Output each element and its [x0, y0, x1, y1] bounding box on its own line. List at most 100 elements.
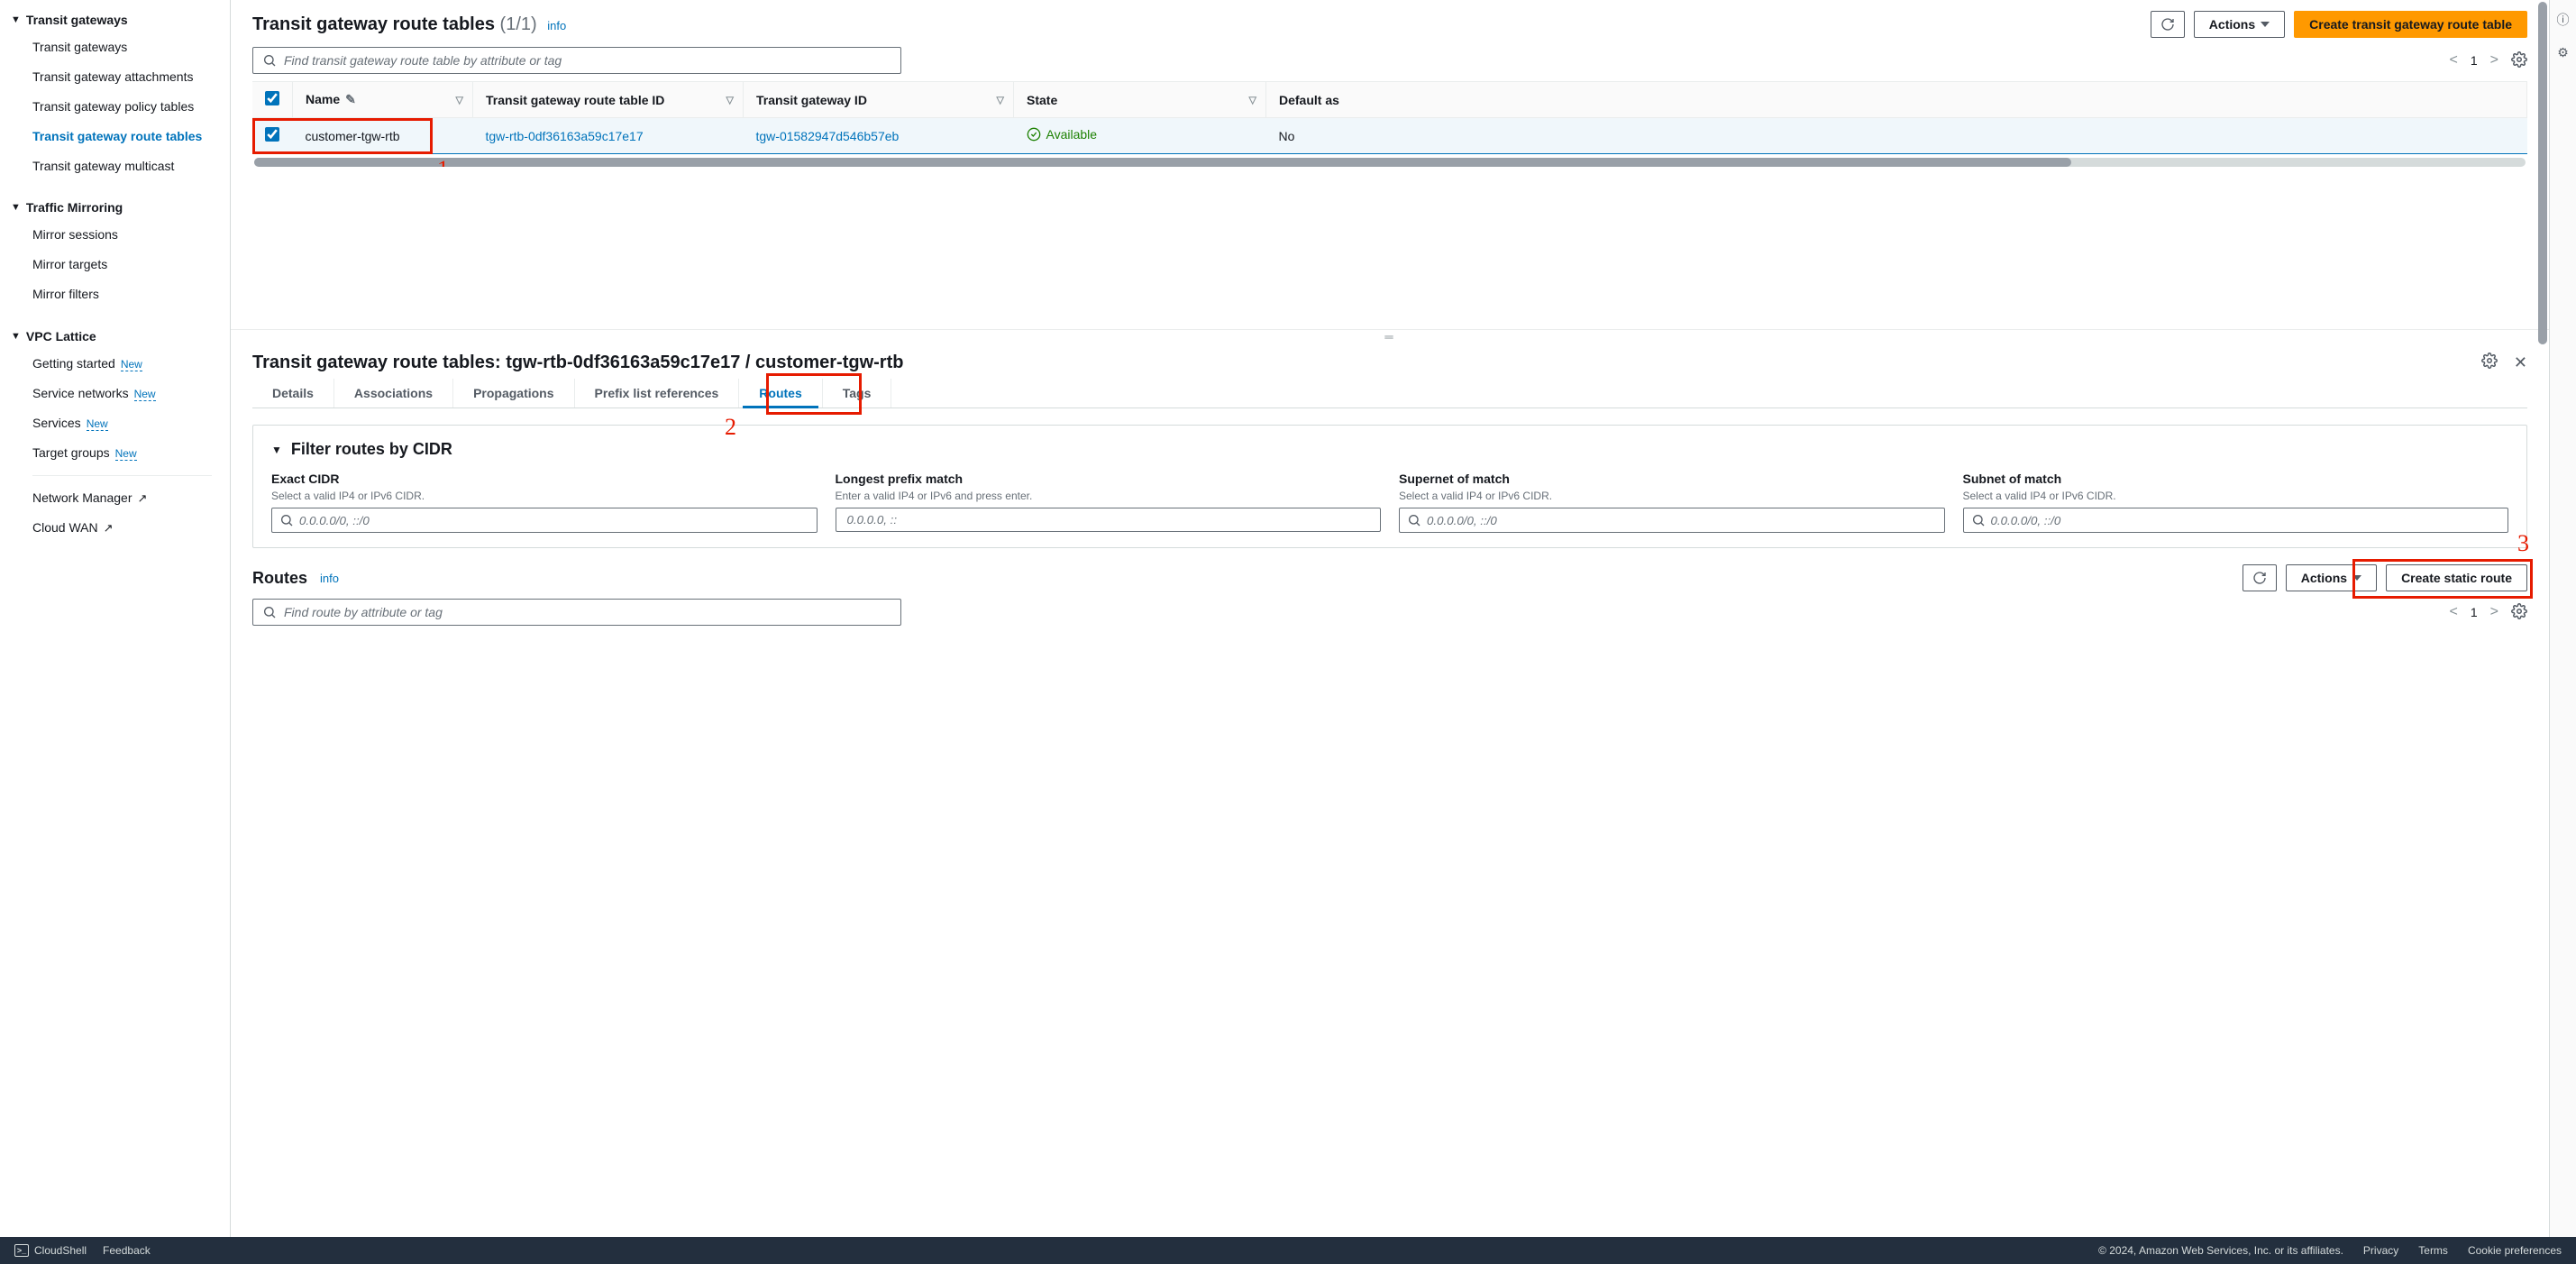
tab-routes[interactable]: Routes — [739, 379, 822, 408]
nav-item-tgw-attachments[interactable]: Transit gateway attachments — [0, 62, 230, 92]
info-link[interactable]: info — [547, 19, 566, 32]
search-input[interactable] — [284, 53, 891, 68]
actions-button[interactable]: Actions — [2194, 11, 2285, 38]
exact-cidr-hint: Select a valid IP4 or IPv6 CIDR. — [271, 490, 818, 502]
routes-next-page[interactable]: > — [2490, 604, 2498, 620]
nav-section-traffic-mirroring[interactable]: ▼ Traffic Mirroring — [0, 195, 230, 220]
edit-icon[interactable]: ✎ — [345, 92, 356, 106]
routes-info-link[interactable]: info — [320, 572, 339, 585]
feedback-link[interactable]: Feedback — [103, 1244, 151, 1257]
row-checkbox[interactable] — [265, 127, 279, 142]
settings-panel-icon[interactable]: ⚙ — [2557, 45, 2569, 60]
nav-item-services[interactable]: ServicesNew — [0, 408, 230, 438]
detail-title: Transit gateway route tables: tgw-rtb-0d… — [252, 353, 903, 373]
nav-item-network-manager[interactable]: Network Manager↗ — [0, 483, 230, 513]
search-input-wrapper[interactable] — [252, 47, 901, 74]
tab-propagations[interactable]: Propagations — [453, 379, 574, 408]
external-link-icon: ↗ — [138, 491, 148, 505]
horizontal-scrollbar[interactable] — [254, 158, 2526, 167]
routes-prev-page[interactable]: < — [2450, 604, 2458, 620]
select-all-checkbox[interactable] — [265, 91, 279, 105]
search-icon — [262, 605, 277, 619]
routes-search-input[interactable] — [284, 605, 891, 619]
supernet-input[interactable] — [1427, 514, 1937, 527]
prev-page-button[interactable]: < — [2450, 52, 2458, 69]
create-static-route-button[interactable]: Create static route — [2386, 564, 2527, 591]
caret-down-icon — [2261, 22, 2270, 27]
col-tgw-id[interactable]: Transit gateway ID▽ — [744, 82, 1014, 118]
close-detail-icon[interactable]: ✕ — [2514, 353, 2527, 372]
info-panel-icon[interactable]: ⓘ — [2557, 11, 2570, 29]
tab-tags[interactable]: Tags — [823, 379, 892, 408]
filter-routes-title: Filter routes by CIDR — [291, 440, 452, 459]
table-row[interactable]: customer-tgw-rtb tgw-rtb-0df36163a59c17e… — [252, 118, 2527, 154]
sort-icon[interactable]: ▽ — [1249, 94, 1256, 105]
routes-search-wrapper[interactable] — [252, 599, 901, 626]
refresh-button[interactable] — [2151, 11, 2185, 38]
nav-item-mirror-sessions[interactable]: Mirror sessions — [0, 220, 230, 250]
caret-down-icon — [2352, 575, 2361, 581]
tab-associations[interactable]: Associations — [334, 379, 453, 408]
detail-tabs: Details Associations Propagations Prefix… — [252, 379, 2527, 408]
tab-prefix-list[interactable]: Prefix list references — [575, 379, 740, 408]
nav-section-transit-gateways[interactable]: ▼ Transit gateways — [0, 7, 230, 32]
settings-gear-icon[interactable] — [2511, 51, 2527, 70]
longest-prefix-input[interactable] — [847, 513, 1374, 527]
cell-tgw-id-link[interactable]: tgw-01582947d546b57eb — [756, 129, 900, 143]
nav-item-target-groups[interactable]: Target groupsNew — [0, 438, 230, 468]
detail-settings-icon[interactable] — [2481, 353, 2498, 373]
check-circle-icon — [1027, 127, 1041, 142]
nav-section-vpc-lattice[interactable]: ▼ VPC Lattice — [0, 324, 230, 349]
vertical-scrollbar[interactable] — [2538, 2, 2547, 344]
cookie-preferences-link[interactable]: Cookie preferences — [2468, 1244, 2562, 1257]
exact-cidr-input[interactable] — [299, 514, 809, 527]
copyright-text: © 2024, Amazon Web Services, Inc. or its… — [2098, 1244, 2343, 1257]
tab-details[interactable]: Details — [252, 379, 334, 408]
nav-item-tgw-route-tables[interactable]: Transit gateway route tables — [0, 122, 230, 151]
nav-item-tgw-multicast[interactable]: Transit gateway multicast — [0, 151, 230, 181]
cell-default: No — [1266, 118, 2527, 154]
nav-section-title: Traffic Mirroring — [26, 200, 123, 215]
next-page-button[interactable]: > — [2490, 52, 2498, 69]
nav-section-title: VPC Lattice — [26, 329, 96, 343]
col-name[interactable]: Name✎▽ — [293, 82, 473, 118]
nav-item-mirror-filters[interactable]: Mirror filters — [0, 279, 230, 309]
supernet-input-wrapper[interactable] — [1399, 508, 1945, 533]
nav-item-transit-gateways[interactable]: Transit gateways — [0, 32, 230, 62]
cloudshell-button[interactable]: >_ CloudShell — [14, 1244, 87, 1257]
col-default[interactable]: Default as — [1266, 82, 2527, 118]
sort-icon[interactable]: ▽ — [726, 94, 734, 105]
subnet-input[interactable] — [1991, 514, 2501, 527]
routes-settings-icon[interactable] — [2511, 603, 2527, 622]
nav-item-mirror-targets[interactable]: Mirror targets — [0, 250, 230, 279]
col-label: State — [1027, 93, 1057, 107]
cell-rtb-id-link[interactable]: tgw-rtb-0df36163a59c17e17 — [486, 129, 644, 143]
terms-link[interactable]: Terms — [2418, 1244, 2448, 1257]
sort-icon[interactable]: ▽ — [456, 94, 463, 105]
caret-down-icon: ▼ — [11, 14, 21, 25]
nav-item-service-networks[interactable]: Service networksNew — [0, 379, 230, 408]
subnet-input-wrapper[interactable] — [1963, 508, 2509, 533]
route-tables-table: Name✎▽ Transit gateway route table ID▽ T… — [252, 81, 2527, 167]
longest-prefix-input-wrapper[interactable] — [836, 508, 1382, 532]
longest-prefix-hint: Enter a valid IP4 or IPv6 and press ente… — [836, 490, 1382, 502]
create-route-table-button[interactable]: Create transit gateway route table — [2294, 11, 2527, 38]
col-rtb-id[interactable]: Transit gateway route table ID▽ — [473, 82, 744, 118]
subnet-hint: Select a valid IP4 or IPv6 CIDR. — [1963, 490, 2509, 502]
privacy-link[interactable]: Privacy — [2363, 1244, 2398, 1257]
routes-refresh-button[interactable] — [2243, 564, 2277, 591]
actions-label: Actions — [2209, 17, 2255, 32]
subnet-label: Subnet of match — [1963, 472, 2509, 486]
nav-item-tgw-policy-tables[interactable]: Transit gateway policy tables — [0, 92, 230, 122]
main-content: Transit gateway route tables (1/1) info … — [231, 0, 2549, 1264]
new-badge: New — [87, 417, 108, 431]
sort-icon[interactable]: ▽ — [997, 94, 1004, 105]
col-state[interactable]: State ▽ — [1014, 82, 1266, 118]
footer-bar: >_ CloudShell Feedback © 2024, Amazon We… — [0, 1237, 2576, 1264]
exact-cidr-input-wrapper[interactable] — [271, 508, 818, 533]
filter-routes-toggle[interactable]: ▼ Filter routes by CIDR — [271, 440, 2508, 459]
nav-item-getting-started[interactable]: Getting startedNew — [0, 349, 230, 379]
nav-item-cloud-wan[interactable]: Cloud WAN↗ — [0, 513, 230, 543]
split-handle[interactable]: ═ — [231, 329, 2549, 343]
routes-actions-button[interactable]: Actions — [2286, 564, 2377, 591]
